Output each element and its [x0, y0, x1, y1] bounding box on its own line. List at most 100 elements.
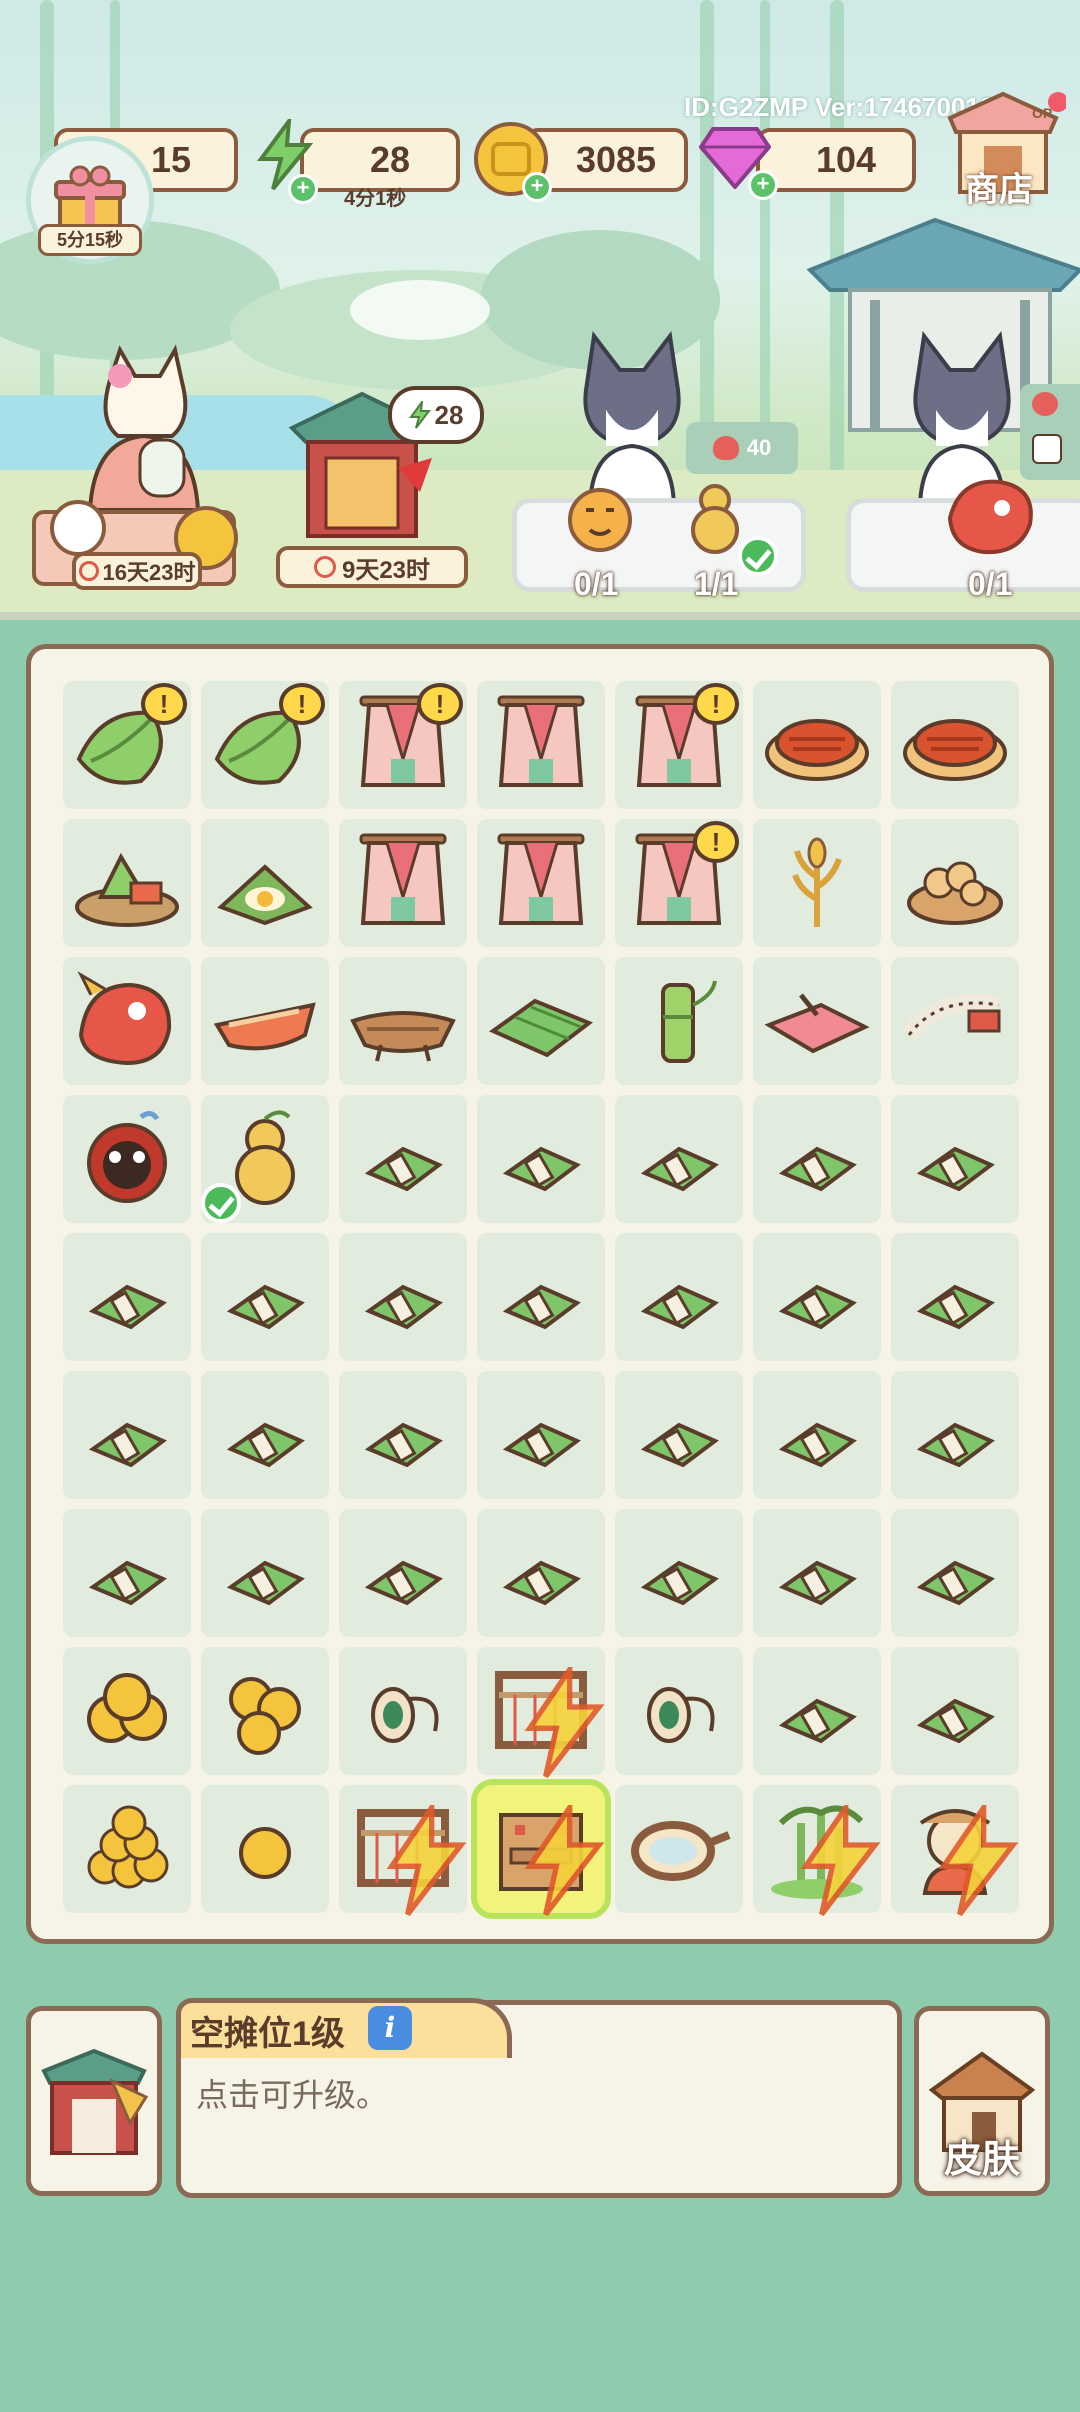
- board-cell[interactable]: [201, 1371, 329, 1499]
- board-cell[interactable]: !: [339, 681, 467, 809]
- board-cell[interactable]: [63, 1233, 191, 1361]
- coins-value: 3085: [575, 139, 657, 180]
- board-cell[interactable]: [201, 957, 329, 1085]
- board-cell[interactable]: [891, 1095, 1019, 1223]
- board-cell[interactable]: !: [201, 681, 329, 809]
- leaf-bundle-small-icon: [88, 1284, 167, 1330]
- money-bag-icon: [1032, 392, 1058, 416]
- board-cell[interactable]: [477, 681, 605, 809]
- board-cell[interactable]: [63, 1095, 191, 1223]
- peanuts-icon: [907, 861, 1003, 925]
- board-cell[interactable]: [201, 1785, 329, 1913]
- pavilion-timer-text: 9天23时: [341, 556, 431, 584]
- board-cell[interactable]: [753, 681, 881, 809]
- board-cell[interactable]: [63, 1647, 191, 1775]
- gems-add-button[interactable]: +: [748, 170, 778, 200]
- board-cell[interactable]: [477, 1095, 605, 1223]
- board-cell[interactable]: [63, 1371, 191, 1499]
- pavilion-timer: 9天23时: [276, 546, 468, 588]
- board-cell[interactable]: [477, 1371, 605, 1499]
- board-cell[interactable]: [753, 957, 881, 1085]
- alert-badge-icon: !: [279, 683, 325, 725]
- tiger-toy-icon: [568, 488, 632, 552]
- board-cell[interactable]: [615, 957, 743, 1085]
- board-cell[interactable]: [339, 1509, 467, 1637]
- alarm-clock-icon: [78, 561, 99, 581]
- stall-2-count: 0/1: [968, 566, 1013, 602]
- board-cell[interactable]: [201, 1647, 329, 1775]
- energy-small-icon: [408, 401, 431, 429]
- leaf-bundle-small-icon: [226, 1422, 305, 1468]
- board-cell[interactable]: [891, 1509, 1019, 1637]
- leaf-bundle-small-icon: [640, 1422, 719, 1468]
- info-title: 空摊位1级: [190, 2015, 345, 2053]
- board-cell[interactable]: !: [63, 681, 191, 809]
- leaf-bundle-small-icon: [778, 1560, 857, 1606]
- board-cell[interactable]: [615, 1095, 743, 1223]
- board-cell[interactable]: [891, 1785, 1019, 1916]
- board-cell[interactable]: [339, 1785, 467, 1916]
- scene-divider: [0, 612, 1080, 620]
- board-cell[interactable]: [753, 1095, 881, 1223]
- board-cell[interactable]: [63, 819, 191, 947]
- board-cell[interactable]: [891, 819, 1019, 947]
- cat-vendor-character[interactable]: [80, 340, 210, 510]
- board-cell[interactable]: [891, 681, 1019, 809]
- leaf-bundle-small-icon: [364, 1284, 443, 1330]
- coins-add-button[interactable]: +: [522, 172, 552, 202]
- board-cell[interactable]: [753, 1509, 881, 1637]
- board-cell[interactable]: [477, 1233, 605, 1361]
- board-cell[interactable]: !: [615, 681, 743, 809]
- board-cell[interactable]: [891, 1371, 1019, 1499]
- board-cell[interactable]: [339, 1095, 467, 1223]
- board-cell[interactable]: [891, 1647, 1019, 1775]
- board-cell[interactable]: [477, 819, 605, 947]
- board-cell[interactable]: [753, 1233, 881, 1361]
- energy-value: 28: [369, 139, 411, 180]
- board-cell[interactable]: [615, 1785, 743, 1913]
- board-cell[interactable]: [891, 1233, 1019, 1361]
- leaf-bundle-small-icon: [364, 1560, 443, 1606]
- board-cell[interactable]: [63, 1785, 191, 1913]
- stall-1-count-a: 0/1: [574, 566, 619, 602]
- offer-tag: 40: [686, 422, 798, 474]
- board-cell[interactable]: [615, 1509, 743, 1637]
- energy-add-button[interactable]: +: [288, 174, 318, 204]
- check-icon: [738, 536, 778, 576]
- board-cell[interactable]: [477, 1647, 605, 1778]
- board-cell[interactable]: [615, 1647, 743, 1775]
- board-cell[interactable]: [339, 1371, 467, 1499]
- board-cell[interactable]: [477, 1509, 605, 1637]
- board-cell[interactable]: [339, 1647, 467, 1775]
- leaf-bundle-small-icon: [640, 1284, 719, 1330]
- board-cell[interactable]: [201, 1095, 329, 1223]
- stall-upgrade-button[interactable]: [26, 2006, 162, 2196]
- tape-measure-icon: [901, 994, 1001, 1041]
- board-cell[interactable]: [477, 957, 605, 1085]
- board-cell[interactable]: [891, 957, 1019, 1085]
- board-cell[interactable]: [753, 1785, 881, 1916]
- leaf-bundle-small-icon: [640, 1146, 719, 1192]
- board-cell[interactable]: [201, 819, 329, 947]
- magnifier-icon: [50, 500, 106, 556]
- check-icon: [201, 1183, 241, 1223]
- merge-board: !!!!!: [26, 644, 1054, 1944]
- board-cell[interactable]: [753, 1647, 881, 1775]
- thread-spool-icon: [371, 1687, 439, 1743]
- board-cell[interactable]: [339, 819, 467, 947]
- board-cell[interactable]: [753, 1371, 881, 1499]
- board-cell[interactable]: [201, 1233, 329, 1361]
- board-cell[interactable]: [615, 1371, 743, 1499]
- info-icon[interactable]: i: [368, 2006, 412, 2050]
- pink-cloth-icon: [764, 993, 870, 1054]
- board-cell[interactable]: [471, 1779, 611, 1919]
- board-cell[interactable]: [201, 1509, 329, 1637]
- board-cell[interactable]: [753, 819, 881, 947]
- board-cell[interactable]: !: [615, 819, 743, 947]
- board-cell[interactable]: [339, 1233, 467, 1361]
- board-cell[interactable]: [339, 957, 467, 1085]
- board-cell[interactable]: [615, 1233, 743, 1361]
- board-cell[interactable]: [63, 1509, 191, 1637]
- thread-spool-icon: [647, 1687, 715, 1743]
- board-cell[interactable]: [63, 957, 191, 1085]
